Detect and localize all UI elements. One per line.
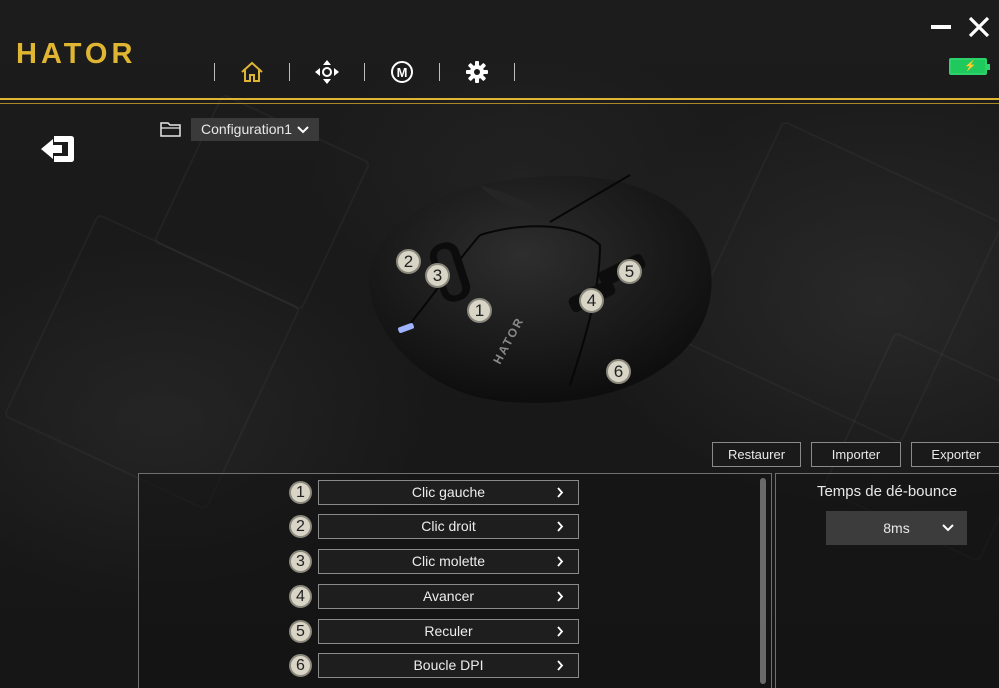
tab-dpi[interactable] — [292, 57, 362, 87]
chevron-right-icon — [557, 626, 564, 637]
callout-4[interactable]: 4 — [579, 288, 604, 313]
tab-macro[interactable]: M — [367, 57, 437, 87]
chevron-right-icon — [557, 487, 564, 498]
assign-button-4[interactable]: Avancer — [318, 584, 579, 609]
folder-button[interactable] — [160, 121, 182, 142]
assign-button-2[interactable]: Clic droit — [318, 514, 579, 539]
row-number: 4 — [289, 585, 312, 608]
minimize-icon — [931, 25, 951, 29]
close-icon — [968, 16, 990, 38]
nav-divider — [289, 63, 290, 81]
row-number: 6 — [289, 654, 312, 677]
nav-divider — [514, 63, 515, 81]
scrollbar[interactable] — [760, 478, 766, 684]
chevron-right-icon — [557, 556, 564, 567]
callout-6[interactable]: 6 — [606, 359, 631, 384]
assign-button-6[interactable]: Boucle DPI — [318, 653, 579, 678]
scrollbar-thumb[interactable] — [760, 478, 766, 684]
assign-label: Clic droit — [421, 518, 476, 534]
macro-glyph: M — [397, 65, 408, 80]
debounce-select[interactable]: 8ms — [826, 511, 967, 545]
chevron-down-icon — [942, 524, 954, 532]
callout-5[interactable]: 5 — [617, 259, 642, 284]
assign-label: Reculer — [424, 623, 473, 639]
assign-label: Clic gauche — [411, 484, 486, 500]
assign-label: Boucle DPI — [413, 657, 484, 673]
exit-icon — [41, 136, 74, 162]
chevron-right-icon — [557, 521, 564, 532]
assign-label: Clic molette — [411, 553, 486, 569]
assign-label: Avancer — [422, 588, 475, 604]
assign-button-5[interactable]: Reculer — [318, 619, 579, 644]
assign-button-3[interactable]: Clic molette — [318, 549, 579, 574]
macro-icon: M — [391, 61, 413, 83]
callout-2[interactable]: 2 — [396, 249, 421, 274]
nav-divider — [214, 63, 215, 81]
export-button[interactable]: Exporter — [911, 442, 999, 467]
charging-bolt-icon: ⚡ — [964, 61, 977, 72]
tab-settings[interactable] — [442, 57, 512, 87]
app-logo: HATOR — [16, 38, 137, 70]
callout-3[interactable]: 3 — [425, 263, 450, 288]
chevron-down-icon — [297, 126, 309, 134]
gear-icon — [466, 61, 488, 83]
header-divider — [0, 98, 999, 100]
debounce-label: Temps de dé-bounce — [816, 483, 958, 500]
dpi-move-icon — [315, 60, 339, 84]
row-number: 2 — [289, 515, 312, 538]
row-number: 3 — [289, 550, 312, 573]
config-select-value: Configuration1 — [201, 121, 293, 137]
config-select[interactable]: Configuration1 — [191, 118, 319, 141]
header-divider-thin — [0, 103, 999, 104]
assign-button-1[interactable]: Clic gauche — [318, 480, 579, 505]
mouse-image: HATOR — [368, 174, 712, 403]
chevron-right-icon — [557, 660, 564, 671]
row-number: 5 — [289, 620, 312, 643]
minimize-button[interactable] — [928, 14, 954, 40]
import-button[interactable]: Importer — [811, 442, 901, 467]
row-number: 1 — [289, 481, 312, 504]
nav-divider — [364, 63, 365, 81]
home-icon — [241, 61, 263, 82]
callout-1[interactable]: 1 — [467, 298, 492, 323]
nav-divider — [439, 63, 440, 81]
back-button[interactable] — [40, 133, 76, 165]
debounce-panel — [775, 473, 999, 688]
folder-icon — [160, 122, 181, 137]
chevron-right-icon — [557, 591, 564, 602]
tab-home[interactable] — [217, 57, 287, 87]
main-nav: M — [212, 57, 517, 87]
debounce-value: 8ms — [883, 520, 910, 536]
battery-charging-icon: ⚡ — [949, 58, 990, 75]
close-button[interactable] — [966, 14, 992, 40]
restore-button[interactable]: Restaurer — [712, 442, 801, 467]
